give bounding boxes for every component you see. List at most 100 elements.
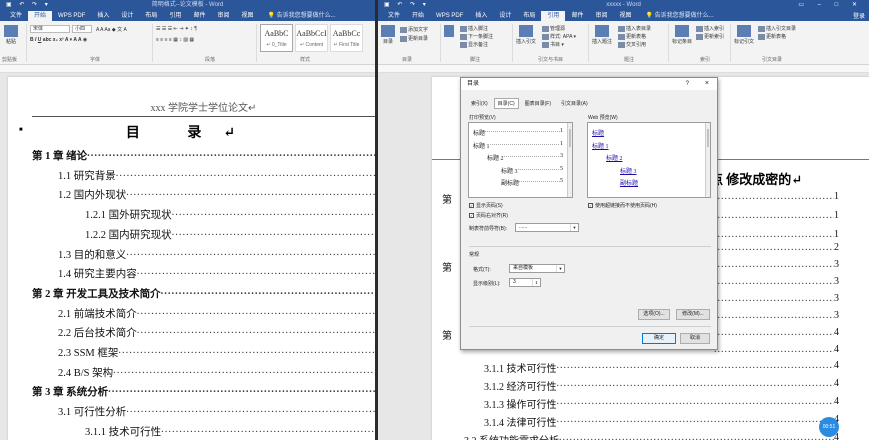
spinner-arrows-icon[interactable]: ⇕	[532, 279, 540, 286]
toc-section-entry[interactable]: 2.3 SSM 框架..............................…	[58, 345, 375, 360]
citation-style-select[interactable]: 样式: APA ▾	[542, 33, 576, 40]
toc-section-entry[interactable]: 2.1 前端技术简介..............................…	[58, 306, 375, 321]
toc-section-entry[interactable]: 1.4 研究主要内容..............................…	[58, 266, 375, 281]
tab-review[interactable]: 审阅	[589, 11, 613, 21]
show-notes-button[interactable]: 显示备注	[460, 41, 488, 48]
tab-layout[interactable]: 布局	[139, 11, 163, 21]
mark-citation-button[interactable]: 标记引文	[734, 25, 754, 45]
cross-reference-button[interactable]: 交叉引用	[618, 41, 646, 48]
sign-in-button[interactable]: 登录	[853, 11, 865, 20]
web-preview-box[interactable]: 标题 标题 1 标题 2 标题 3 副标题	[587, 122, 711, 198]
right-align-checkbox[interactable]: ✓ 页码右对齐(R)	[469, 212, 508, 219]
toc-section-entry[interactable]: 2.4 B/S 架构..............................…	[58, 365, 375, 380]
scroll-thumb[interactable]	[569, 129, 571, 147]
close-icon[interactable]: ×	[705, 78, 709, 90]
toc-entry-row[interactable]: ........................................…	[714, 259, 839, 270]
scroll-thumb[interactable]	[707, 129, 709, 147]
tab-view[interactable]: 视图	[613, 11, 637, 21]
next-footnote-button[interactable]: 下一条脚注	[460, 33, 493, 40]
insert-index-button[interactable]: 插入索引	[696, 25, 724, 32]
ok-button[interactable]: 确定	[642, 333, 676, 344]
style-title[interactable]: AaBbC ↵ 0_Title	[260, 24, 293, 52]
toc-section-entry[interactable]: 3.1.1 技术可行性.............................…	[484, 360, 839, 375]
tab-references[interactable]: 引用	[541, 11, 566, 21]
show-page-numbers-checkbox[interactable]: ✓ 显示页码(S)	[469, 202, 503, 209]
toc-section-entry[interactable]: 2.2 后台技术简介..............................…	[58, 325, 375, 340]
font-name-input[interactable]: 宋体	[30, 25, 70, 33]
help-button[interactable]: ?	[686, 78, 689, 90]
toc-entry-row[interactable]: ........................................…	[714, 293, 839, 304]
options-button[interactable]: 选项(O)...	[638, 309, 670, 320]
levels-spinner[interactable]: 3 ⇕	[509, 278, 541, 287]
toc-section-entry[interactable]: 1.2.2 国内研究现状............................…	[85, 227, 375, 242]
toc-section-entry[interactable]: 3.1.1 技术可行性.............................…	[85, 424, 375, 439]
toc-section-entry[interactable]: 1.3 目的和意义...............................…	[58, 247, 375, 262]
tab-design[interactable]: 设计	[115, 11, 139, 21]
bibliography-button[interactable]: 书目 ▾	[542, 41, 564, 48]
style-first-title[interactable]: AaBbCc ↵ First Title	[330, 24, 363, 52]
mark-entry-button[interactable]: 标记条目	[672, 25, 692, 45]
tab-file[interactable]: 文件	[4, 11, 28, 21]
toc-section-entry[interactable]: 3.1.4 法律可行性.............................…	[484, 414, 839, 429]
toc-section-entry[interactable]: 1.2 国内外现状...............................…	[58, 187, 375, 202]
insert-endnote-button[interactable]: 插入脚注	[460, 25, 488, 32]
formats-select[interactable]: 来自模板 ▼	[509, 264, 565, 273]
toc-chapter-entry[interactable]: 第 1 章 绪论................................…	[32, 148, 375, 163]
tab-mailings[interactable]: 邮件	[187, 11, 211, 21]
paragraph-list-buttons[interactable]: ☰ ☰ ☰ ⇤ ⇥ ✦ ↕ ¶	[156, 26, 197, 32]
web-preview-scrollbar[interactable]	[705, 123, 710, 197]
tab-design[interactable]: 设计	[493, 11, 517, 21]
toc-entry-row[interactable]: ........................................…	[714, 191, 839, 202]
tab-layout[interactable]: 布局	[517, 11, 541, 21]
insert-toa-button[interactable]: 插入引文目录	[758, 25, 796, 32]
update-table-button[interactable]: 更新目录	[400, 35, 428, 42]
manage-sources-button[interactable]: 管理源	[542, 25, 565, 32]
tab-view[interactable]: 视图	[235, 11, 259, 21]
tab-insert[interactable]: 插入	[91, 11, 115, 21]
toc-section-entry[interactable]: 3.1.3 操作可行性.............................…	[484, 396, 839, 411]
paste-button[interactable]: 粘贴	[4, 25, 18, 45]
toc-section-entry[interactable]: 3.2 系统功能需求分析............................…	[464, 432, 839, 440]
font-grow-shrink[interactable]: A A Aa ◆ 文 A	[96, 26, 127, 33]
font-format-buttons[interactable]: B I U abc x₂ x² A ▾ A A ◉	[30, 37, 87, 43]
print-preview-scrollbar[interactable]	[567, 123, 572, 197]
toc-section-entry[interactable]: 1.2.1 国外研究现状............................…	[85, 207, 375, 222]
tab-home[interactable]: 开始	[406, 11, 430, 21]
toc-entry-row[interactable]: ........................................…	[714, 210, 839, 221]
print-preview-box[interactable]: 标题......................................…	[468, 122, 573, 198]
insert-footnote-button[interactable]	[444, 25, 454, 38]
toc-chapter-entry[interactable]: 第 3 章 系统分析..............................…	[32, 384, 375, 399]
toc-entry-row[interactable]: ........................................…	[714, 327, 839, 338]
tab-file[interactable]: 文件	[382, 11, 406, 21]
style-content[interactable]: AaBbCcI ↵ Content	[295, 24, 328, 52]
toc-entry-row[interactable]: ........................................…	[714, 276, 839, 287]
update-index-button[interactable]: 更新索引	[696, 33, 724, 40]
update-table-figures-button[interactable]: 更新表格	[618, 33, 646, 40]
toc-section-entry[interactable]: 1.1 研究背景................................…	[58, 168, 375, 183]
font-size-input[interactable]: 小四	[72, 25, 92, 33]
paragraph-align-buttons[interactable]: ≡ ≡ ≡ ≡ ▦ ↕ ▨ ▦	[156, 37, 194, 43]
toc-entry-row[interactable]: ........................................…	[714, 242, 839, 253]
tab-home[interactable]: 开始	[28, 11, 53, 21]
toc-entry-row[interactable]: ........................................…	[714, 344, 839, 355]
cancel-button[interactable]: 取消	[680, 333, 710, 344]
tab-insert[interactable]: 插入	[469, 11, 493, 21]
toc-chapter-entry[interactable]: 第 2 章 开发工具及技术简介.........................…	[32, 286, 375, 301]
tab-index[interactable]: 索引(X)	[467, 98, 492, 109]
insert-table-of-figures-button[interactable]: 插入表目录	[618, 25, 651, 32]
tell-me-search[interactable]: 💡 告诉我您想要做什么...	[645, 11, 713, 21]
toc-entry-row[interactable]: ........................................…	[714, 310, 839, 321]
tab-wps-pdf[interactable]: WPS PDF	[430, 11, 469, 21]
toc-section-entry[interactable]: 3.1.2 经济可行性.............................…	[484, 378, 839, 393]
toc-entry-row[interactable]: ........................................…	[714, 229, 839, 240]
tell-me-search[interactable]: 💡 告诉我您想要做什么...	[267, 11, 335, 21]
tab-review[interactable]: 审阅	[211, 11, 235, 21]
left-document-page[interactable]: xxx 学院学士学位论文↵ ■ 目 录↵ 第 1 章 绪论...........…	[8, 77, 375, 440]
tab-table-of-authorities[interactable]: 引文目录(A)	[557, 98, 592, 109]
insert-caption-button[interactable]: 插入题注	[592, 25, 612, 45]
update-toa-button[interactable]: 更新表格	[758, 33, 786, 40]
toc-section-entry[interactable]: 3.1 可行性分析...............................…	[58, 404, 375, 419]
tab-mailings[interactable]: 邮件	[565, 11, 589, 21]
modify-button[interactable]: 修改(M)...	[676, 309, 710, 320]
toc-button[interactable]: 目录	[381, 25, 395, 45]
